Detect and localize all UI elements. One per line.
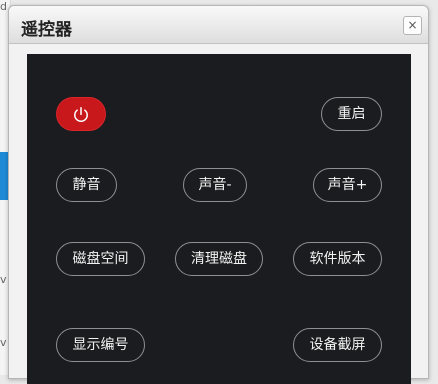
restart-button[interactable]: 重启 — [321, 97, 382, 131]
close-button[interactable]: × — [403, 16, 422, 35]
background-text: d — [0, 0, 7, 13]
volume-down-button[interactable]: 声音- — [183, 168, 247, 202]
power-icon — [74, 107, 88, 122]
dialog-titlebar[interactable]: 遥控器 × — [9, 6, 428, 44]
software-version-button[interactable]: 软件版本 — [293, 242, 382, 276]
screenshot-button[interactable]: 设备截屏 — [293, 328, 382, 362]
mute-button[interactable]: 静音 — [56, 168, 117, 202]
show-id-button[interactable]: 显示编号 — [56, 328, 145, 362]
background-highlight — [0, 152, 8, 200]
background-text: v — [0, 336, 7, 349]
power-button[interactable] — [56, 97, 106, 131]
remote-control-dialog: 遥控器 × 重启 静音 声音- 声音+ 磁盘空间 清理磁盘 软件版本 显示编号 … — [8, 5, 429, 384]
background-text: v — [0, 273, 7, 286]
dialog-title: 遥控器 — [21, 20, 72, 40]
volume-up-button[interactable]: 声音+ — [313, 168, 382, 202]
remote-panel: 重启 静音 声音- 声音+ 磁盘空间 清理磁盘 软件版本 显示编号 设备截屏 — [27, 54, 411, 384]
clean-disk-button[interactable]: 清理磁盘 — [175, 242, 263, 276]
disk-space-button[interactable]: 磁盘空间 — [56, 242, 145, 276]
close-icon: × — [407, 18, 418, 32]
